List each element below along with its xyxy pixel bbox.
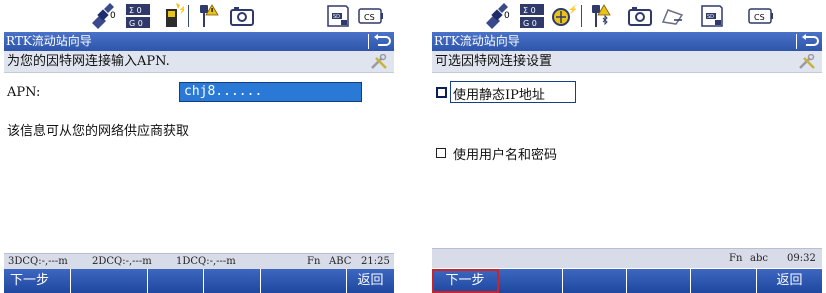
softkey-next[interactable]: 下一步 [4,269,71,293]
softkey-back[interactable]: 返回 [757,269,822,293]
svg-text:CS: CS [754,13,765,22]
subtitle-text: 为您的因特网连接输入APN. [7,54,170,69]
svg-text:0: 0 [504,11,510,21]
subtitle-bar: 为您的因特网连接输入APN. [4,51,394,73]
static-ip-checkbox[interactable] [436,87,447,98]
svg-text:G 0: G 0 [523,19,537,28]
dcq3-readout: 3DCQ:-,---m [8,256,68,267]
svg-text:G 0: G 0 [129,19,143,28]
input-mode: ABC [329,256,352,267]
camera-icon[interactable] [628,3,652,29]
softkey-4[interactable] [204,269,261,293]
divider [188,5,189,27]
back-icon[interactable] [796,34,819,49]
subtitle-text: 可选因特网连接设置 [435,54,553,69]
radio-beacon-icon[interactable]: ⚡ [550,3,576,29]
back-icon[interactable] [368,34,391,49]
svg-text:CS: CS [364,13,375,22]
page-title: RTK流动站向导 [434,34,520,48]
dcq1-readout: 1DCQ:-,---m [176,256,236,267]
svg-text:0: 0 [110,11,116,21]
status-icon-bar: 0 Σ 0 G 0 ⚡ SD CS [4,0,394,32]
page-title: RTK流动站向导 [6,34,92,48]
dcq2-readout: 2DCQ:-,---m [92,256,152,267]
sd-card-icon[interactable]: SD [700,3,724,29]
sigma-icon[interactable]: Σ 0 G 0 [520,3,544,29]
left-screen: 0 Σ 0 G 0 ⚡ SD CS RTK流动站向导 为您的因特网连接输入APN… [4,0,394,293]
user-pass-label[interactable]: 使用用户名和密码 [453,144,557,163]
softkey-5[interactable] [261,269,347,293]
softkey-3[interactable] [148,269,204,293]
softkey-3[interactable] [563,269,627,293]
pole-antenna-icon[interactable] [194,3,222,29]
apn-label: APN: [7,85,41,100]
divider [581,5,582,27]
fn-indicator: Fn [729,253,743,264]
static-ip-label[interactable]: 使用静态IP地址 [453,84,545,103]
status-icon-bar: 0 Σ 0 G 0 ⚡ SD CS [432,0,822,32]
softkey-2[interactable] [71,269,148,293]
svg-text:SD: SD [707,14,714,20]
title-bar: RTK流动站向导 [432,32,822,51]
softkey-bar: 下一步 返回 [432,269,822,293]
sigma-icon[interactable]: Σ 0 G 0 [126,3,150,29]
camera-icon[interactable] [230,3,254,29]
svg-text:Σ 0: Σ 0 [523,6,536,15]
tools-icon[interactable] [370,53,388,78]
clock: 21:25 [361,256,390,267]
subtitle-bar: 可选因特网连接设置 [432,51,822,73]
softkey-4[interactable] [627,269,691,293]
input-mode: abc [750,253,768,264]
user-pass-checkbox[interactable] [436,148,446,158]
sd-card-icon[interactable]: SD [326,3,350,29]
status-line: 3DCQ:-,---m 2DCQ:-,---m 1DCQ:-,---m Fn A… [4,253,394,269]
status-line: Fn abc 09:32 [432,248,822,268]
softkey-next[interactable]: 下一步 [432,269,499,293]
measure-area-icon[interactable] [660,3,686,29]
svg-text:⚡: ⚡ [178,4,184,14]
fn-indicator: Fn [307,256,321,267]
softkey-5[interactable] [691,269,757,293]
clock: 09:32 [787,253,816,264]
softkey-bar: 下一步 返回 [4,269,394,293]
title-bar: RTK流动站向导 [4,32,394,51]
cs-battery-icon[interactable]: CS [748,3,774,29]
softkey-back[interactable]: 返回 [347,269,394,293]
info-text: 该信息可从您的网络供应商获取 [7,124,190,139]
rtk-device-icon[interactable]: ⚡ [164,3,184,29]
tools-icon[interactable] [798,53,816,78]
cs-battery-icon[interactable]: CS [358,3,384,29]
svg-text:SD: SD [333,14,340,20]
softkey-2[interactable] [499,269,563,293]
satellite-icon[interactable]: 0 [482,3,512,29]
satellite-icon[interactable]: 0 [88,3,118,29]
right-screen: 0 Σ 0 G 0 ⚡ SD CS RTK流动站向导 可选因特网连接设置 使用静… [432,0,822,293]
svg-text:⚡: ⚡ [568,4,576,14]
pole-bluetooth-icon[interactable] [586,3,614,29]
apn-input[interactable]: chj8...... [179,82,362,102]
svg-text:Σ 0: Σ 0 [129,6,142,15]
